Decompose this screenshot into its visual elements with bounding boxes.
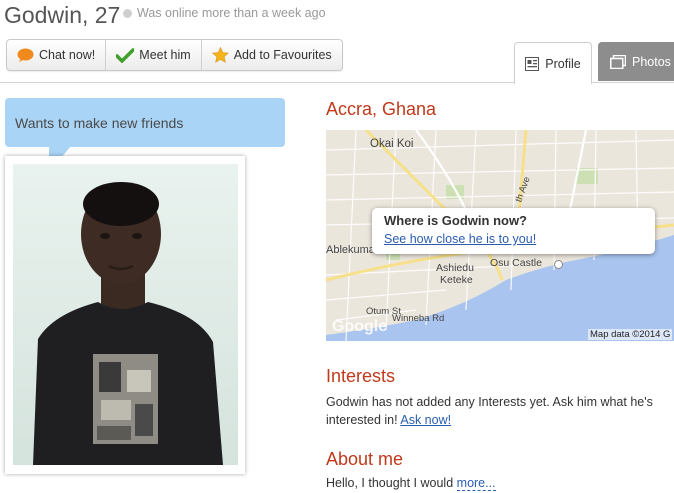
about-me-text: Hello, I thought I would	[326, 476, 454, 490]
see-how-close-link[interactable]: See how close he is to you!	[384, 232, 536, 246]
status-dot-icon	[123, 8, 132, 18]
google-logo: Google	[332, 318, 388, 335]
checkmark-icon	[116, 47, 135, 63]
profile-name-age: Godwin, 27	[4, 2, 121, 28]
map-label-ablekuma: Ablekuma	[326, 244, 375, 256]
tab-photos[interactable]: Photos	[598, 42, 674, 81]
status-bubble-text: Wants to make new friends	[15, 115, 184, 131]
map-label-okai-koi: Okai Koi	[370, 138, 414, 150]
star-icon	[211, 47, 229, 63]
photos-tab-icon	[610, 54, 626, 69]
location-popup-title: Where is Godwin now?	[384, 213, 527, 228]
map-label-keteke: Keteke	[440, 274, 473, 286]
map-label-ashiedu: Ashiedu	[436, 262, 474, 274]
map-label-osu-castle: Osu Castle	[490, 257, 542, 269]
interests-text: Godwin has not added any Interests yet. …	[326, 395, 653, 427]
tab-profile-label: Profile	[545, 56, 581, 71]
map-label-winneba-rd: Winneba Rd	[392, 313, 445, 324]
chat-bubble-icon	[17, 48, 34, 63]
chat-now-button[interactable]: Chat now!	[7, 40, 107, 70]
tab-profile[interactable]: Profile	[514, 42, 592, 84]
add-to-favourites-label: Add to Favourites	[233, 48, 332, 62]
chat-now-label: Chat now!	[39, 48, 96, 62]
map-attribution: Map data ©2014 G	[588, 329, 673, 340]
about-more-link[interactable]: more...	[456, 476, 496, 491]
location-heading: Accra, Ghana	[326, 99, 437, 119]
action-button-group: Chat now! Meet him Add to Favourites	[6, 39, 343, 71]
interests-heading: Interests	[326, 366, 396, 386]
add-to-favourites-button[interactable]: Add to Favourites	[202, 40, 342, 70]
profile-photo[interactable]	[13, 164, 238, 465]
about-me-text-block: Hello, I thought I would more...	[326, 476, 496, 491]
interests-text-block: Godwin has not added any Interests yet. …	[326, 393, 674, 429]
online-status-text: Was online more than a week ago	[137, 6, 326, 20]
tab-photos-label: Photos	[632, 54, 671, 69]
meet-him-button[interactable]: Meet him	[106, 40, 202, 70]
about-me-heading: About me	[326, 449, 404, 469]
ask-now-link[interactable]: Ask now!	[400, 413, 451, 427]
meet-him-label: Meet him	[139, 48, 191, 62]
map-pin-icon	[554, 260, 563, 269]
profile-tab-icon	[525, 56, 540, 71]
online-status: Was online more than a week ago	[123, 6, 326, 20]
